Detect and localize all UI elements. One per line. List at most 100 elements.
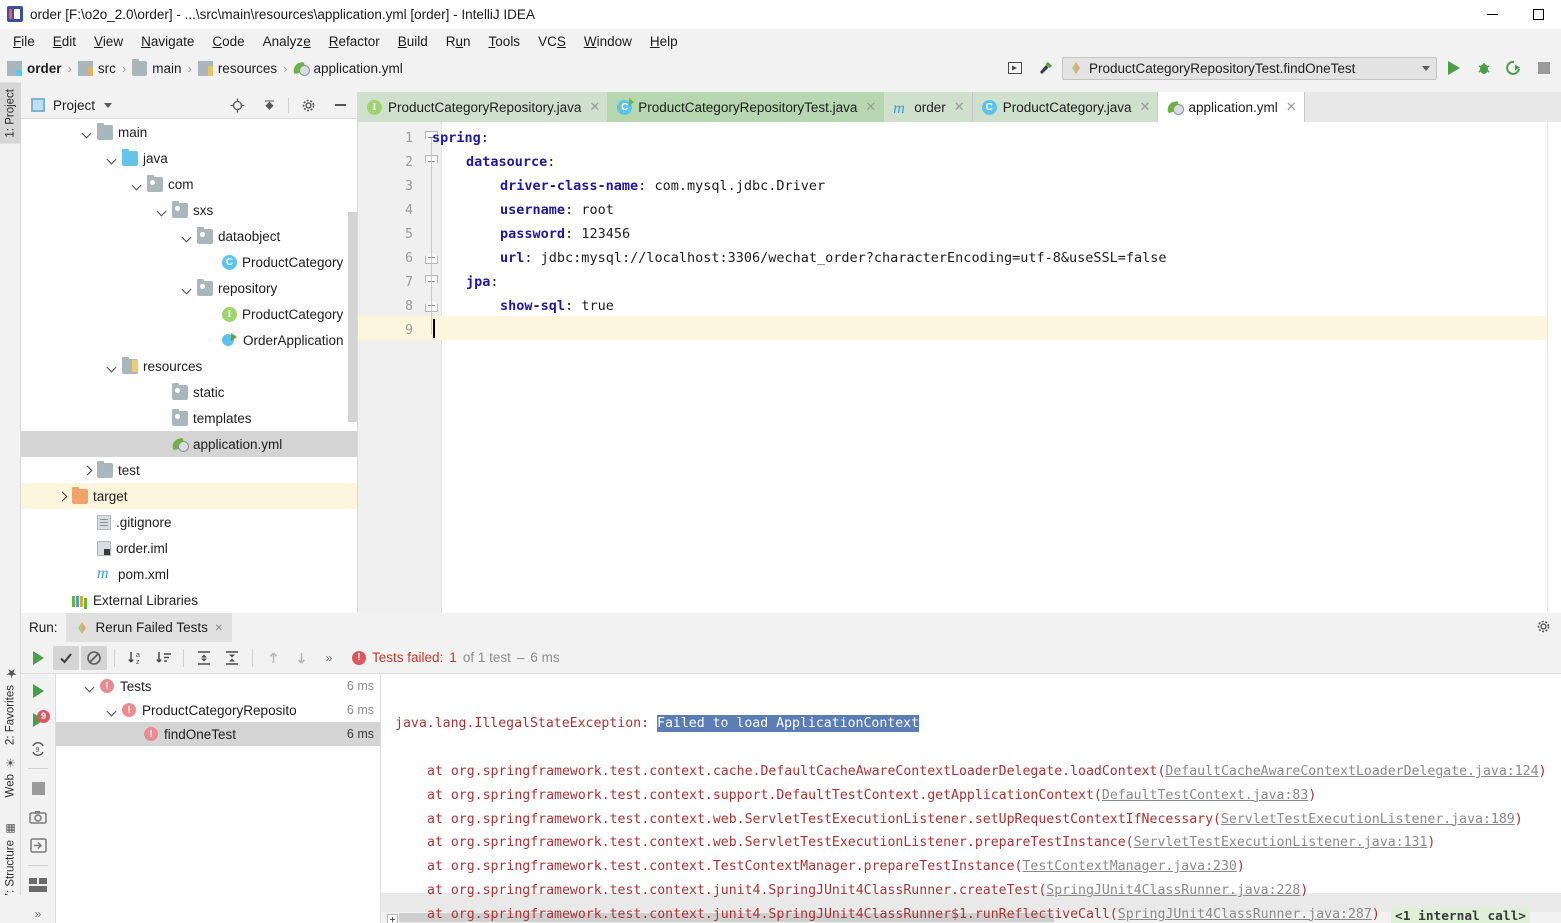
expand-all-icon[interactable] (191, 646, 217, 670)
project-tree-scrollbar[interactable] (348, 212, 357, 422)
layout-icon[interactable] (27, 876, 49, 895)
rerun-automatically-icon[interactable]: 9 (27, 739, 49, 758)
sidebar-tab-structure[interactable]: 7: Structure ▦ (0, 816, 21, 905)
build-hammer-icon[interactable] (1032, 56, 1058, 80)
code-editor[interactable]: 1 spring: 2 datasource: 3 driver-class-name: … (358, 122, 1561, 613)
export-icon[interactable] (27, 836, 49, 855)
stop-button[interactable] (1531, 56, 1557, 80)
editor-tab-productcategoryrepository[interactable]: I ProductCategoryRepository.java ✕ (358, 92, 609, 122)
breadcrumb-item-resources[interactable]: resources (197, 60, 277, 76)
test-tree-item-productcategoryreposito[interactable]: ! ProductCategoryReposito 6 ms (56, 698, 380, 722)
editor-tab-order[interactable]: m order ✕ (884, 92, 973, 122)
console-fold-expand-icon[interactable] (387, 914, 398, 923)
project-tree-item-test[interactable]: test (21, 457, 357, 483)
menu-help[interactable]: Help (641, 31, 687, 52)
chevron-down-icon[interactable] (106, 704, 119, 717)
stack-frame-link[interactable]: SpringJUnit4ClassRunner.java:287 (1118, 907, 1372, 922)
breadcrumb-item-application-yml[interactable]: application.yml (293, 61, 403, 76)
close-icon[interactable]: ✕ (865, 99, 876, 115)
run-button[interactable] (1441, 56, 1467, 80)
menu-analyze[interactable]: Analyze (254, 31, 320, 52)
chevron-right-icon[interactable] (56, 490, 69, 503)
sidebar-tab-web[interactable]: Web ☀ (0, 749, 21, 803)
project-tree-item-resources[interactable]: resources (21, 353, 357, 379)
project-tree-item-orderapplication[interactable]: OrderApplication (21, 327, 357, 353)
editor-tab-productcategoryrepositorytest[interactable]: C ProductCategoryRepositoryTest.java ✕ (608, 92, 885, 122)
console-stack-line[interactable]: at org.springframework.test.context.juni… (427, 907, 1380, 922)
stack-frame-link[interactable]: TestContextManager.java:230 (1022, 859, 1236, 874)
console-stack-line[interactable]: at org.springframework.test.context.web.… (427, 835, 1435, 850)
chevron-right-icon[interactable] (81, 464, 94, 477)
sidebar-tab-project[interactable]: 1: Project (0, 83, 21, 144)
menu-window[interactable]: Window (575, 31, 641, 52)
console-stack-line[interactable]: at org.springframework.test.context.supp… (427, 788, 1316, 803)
project-tree-item-templates[interactable]: templates (21, 405, 357, 431)
menu-tools[interactable]: Tools (480, 31, 530, 52)
ignore-tests-icon[interactable] (81, 645, 107, 670)
stack-frame-link[interactable]: ServletTestExecutionListener.java:131 (1134, 835, 1428, 850)
menu-build[interactable]: Build (389, 31, 437, 52)
close-icon[interactable]: ✕ (1286, 99, 1297, 115)
menu-run[interactable]: Run (437, 31, 480, 52)
editor-tab-application-yml[interactable]: application.yml ✕ (1158, 92, 1305, 122)
console-stack-line[interactable]: at org.springframework.test.context.cach… (427, 764, 1547, 779)
project-tree-item-productcategory[interactable]: C ProductCategory (21, 249, 357, 275)
show-passed-icon[interactable] (53, 645, 79, 670)
run-with-coverage-button[interactable] (1501, 56, 1527, 80)
chevron-down-icon[interactable] (84, 680, 97, 693)
project-tree[interactable]: main java com sxs dataobject C ProductCategory… (21, 119, 357, 613)
chevron-down-icon[interactable] (181, 282, 194, 295)
project-tree-item-pom-xml[interactable]: m pom.xml (21, 561, 357, 587)
console-stack-line[interactable]: at org.springframework.test.context.Test… (427, 859, 1245, 874)
editor-marker-bar[interactable] (1547, 122, 1561, 613)
menu-view[interactable]: View (85, 31, 132, 52)
sidebar-tab-favorites[interactable]: 2: Favorites ★ (0, 659, 21, 751)
close-icon[interactable]: × (215, 620, 223, 635)
project-tree-item-main[interactable]: main (21, 119, 357, 145)
menu-refactor[interactable]: Refactor (320, 31, 389, 52)
project-tree-item-dataobject[interactable]: dataobject (21, 223, 357, 249)
console-output[interactable]: java.lang.IllegalStateException: Failed … (381, 674, 1561, 923)
menu-file[interactable]: File (4, 31, 44, 52)
console-stack-line[interactable]: at org.springframework.test.context.juni… (427, 883, 1308, 898)
project-tree-item-external-libraries[interactable]: External Libraries (21, 587, 357, 613)
stack-frame-link[interactable]: ServletTestExecutionListener.java:189 (1221, 812, 1515, 827)
locate-icon[interactable] (224, 93, 250, 117)
hide-panel-icon[interactable] (327, 93, 353, 117)
test-results-tree[interactable]: ! Tests 6 ms! ProductCategoryReposito 6 ms! f… (56, 674, 381, 923)
project-tree-item-productcategory[interactable]: I ProductCategory (21, 301, 357, 327)
close-icon[interactable]: ✕ (589, 99, 600, 115)
stop-icon[interactable] (27, 779, 49, 798)
chevron-down-icon[interactable] (106, 360, 119, 373)
project-tree-item-target[interactable]: target (21, 483, 357, 509)
screenshot-icon[interactable] (27, 807, 49, 826)
run-tab-rerun-failed-tests[interactable]: Rerun Failed Tests × (65, 613, 232, 642)
editor-tab-productcategory[interactable]: C ProductCategory.java ✕ (972, 92, 1159, 122)
more-icon[interactable]: » (316, 646, 342, 670)
breadcrumb-item-order[interactable]: order (7, 60, 62, 76)
chevron-down-icon[interactable] (181, 230, 194, 243)
sort-by-duration-icon[interactable] (150, 646, 176, 670)
sort-alphabetically-icon[interactable]: az (122, 646, 148, 670)
rerun-icon[interactable] (27, 682, 49, 701)
project-tree-item-java[interactable]: java (21, 145, 357, 171)
collapse-all-icon[interactable] (256, 93, 282, 117)
menu-vcs[interactable]: VCS (529, 31, 575, 52)
stack-frame-link[interactable]: SpringJUnit4ClassRunner.java:228 (1046, 883, 1300, 898)
breadcrumb-item-src[interactable]: src (77, 60, 116, 76)
debug-button[interactable] (1471, 56, 1497, 80)
stack-frame-link[interactable]: DefaultTestContext.java:83 (1102, 788, 1308, 803)
project-tree-item-com[interactable]: com (21, 171, 357, 197)
more-icon[interactable]: » (27, 904, 49, 923)
chevron-down-icon[interactable] (104, 102, 113, 108)
chevron-down-icon[interactable] (106, 152, 119, 165)
chevron-down-icon[interactable] (156, 204, 169, 217)
menu-edit[interactable]: Edit (44, 31, 85, 52)
console-stack-line[interactable]: at org.springframework.test.context.web.… (427, 812, 1523, 827)
chevron-down-icon[interactable] (81, 126, 94, 139)
select-in-icon[interactable] (1002, 56, 1028, 80)
run-configuration-selector[interactable]: ProductCategoryRepositoryTest.findOneTes… (1062, 56, 1437, 80)
collapse-all-icon[interactable] (219, 646, 245, 670)
breadcrumb-item-main[interactable]: main (132, 58, 181, 76)
minimize-button[interactable] (1469, 0, 1515, 29)
